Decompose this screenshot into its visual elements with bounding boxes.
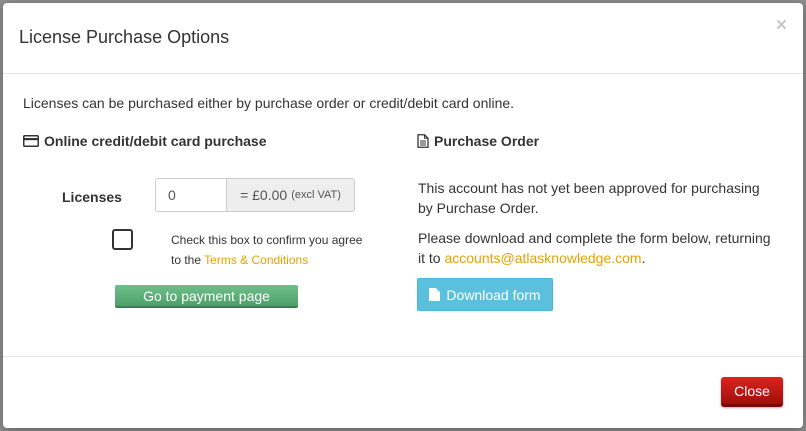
terms-checkbox[interactable] (112, 229, 133, 250)
license-purchase-modal: License Purchase Options × Licenses can … (3, 3, 803, 428)
licenses-input[interactable] (155, 178, 227, 212)
credit-card-icon (23, 135, 39, 147)
modal-title: License Purchase Options (19, 27, 230, 47)
modal-header: License Purchase Options × (3, 3, 803, 74)
download-form-label: Download form (446, 286, 541, 303)
download-instructions: Please download and complete the form be… (418, 228, 778, 268)
online-purchase-heading-label: Online credit/debit card purchase (44, 133, 267, 149)
accounts-email-link[interactable]: accounts@atlasknowledge.com (444, 250, 641, 266)
download-form-button[interactable]: Download form (417, 278, 553, 311)
close-button[interactable]: Close (721, 377, 783, 407)
go-to-payment-button[interactable]: Go to payment page (115, 285, 298, 308)
terms-link[interactable]: Terms & Conditions (204, 253, 308, 267)
price-note: (excl VAT) (291, 189, 341, 201)
price-addon: = £0.00 (excl VAT) (227, 178, 355, 212)
online-purchase-heading: Online credit/debit card purchase (23, 133, 267, 149)
intro-text: Licenses can be purchased either by purc… (23, 95, 515, 111)
purchase-order-heading: Purchase Order (417, 133, 539, 149)
licenses-label: Licenses (62, 189, 122, 205)
document-icon (417, 134, 429, 148)
price-text: = £0.00 (240, 187, 288, 203)
modal-footer: Close (3, 356, 803, 428)
terms-text: Check this box to confirm you agree to t… (171, 230, 371, 270)
not-approved-text: This account has not yet been approved f… (418, 180, 760, 216)
close-icon[interactable]: × (776, 15, 787, 37)
purchase-order-heading-label: Purchase Order (434, 133, 540, 149)
instructions-end: . (641, 250, 646, 266)
file-icon (429, 288, 441, 301)
